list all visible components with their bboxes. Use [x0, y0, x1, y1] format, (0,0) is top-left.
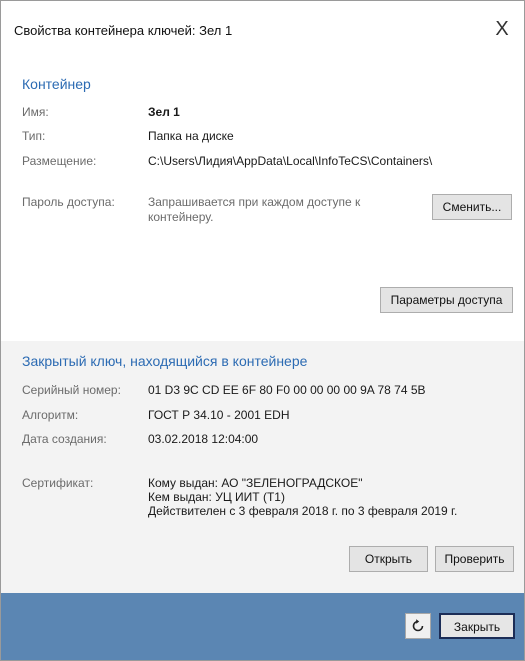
verify-certificate-button[interactable]: Проверить: [435, 546, 514, 572]
cert-issued-to: Кому выдан: АО "ЗЕЛЕНОГРАДСКОЕ": [148, 476, 363, 490]
name-label: Имя:: [22, 105, 49, 119]
password-value-line2: контейнеру.: [148, 210, 214, 224]
type-value: Папка на диске: [148, 129, 234, 143]
private-key-heading: Закрытый ключ, находящийся в контейнере: [22, 353, 308, 369]
refresh-icon: [412, 619, 424, 632]
created-label: Дата создания:: [22, 432, 107, 446]
open-certificate-button[interactable]: Открыть: [349, 546, 428, 572]
close-button[interactable]: Закрыть: [439, 613, 515, 639]
container-heading: Контейнер: [22, 76, 91, 92]
location-label: Размещение:: [22, 154, 97, 168]
cert-validity: Действителен с 3 февраля 2018 г. по 3 фе…: [148, 504, 458, 518]
algorithm-value: ГОСТ Р 34.10 - 2001 EDH: [148, 408, 290, 422]
access-parameters-button[interactable]: Параметры доступа: [380, 287, 513, 313]
certificate-label: Сертификат:: [22, 476, 94, 490]
refresh-button[interactable]: [405, 613, 431, 639]
close-icon[interactable]: X: [490, 17, 514, 41]
serial-label: Серийный номер:: [22, 383, 121, 397]
dialog-footer: Закрыть: [1, 593, 524, 660]
type-label: Тип:: [22, 129, 46, 143]
location-value: C:\Users\Лидия\AppData\Local\InfoTeCS\Co…: [148, 154, 433, 168]
dialog-title: Свойства контейнера ключей: Зел 1: [14, 23, 233, 38]
created-value: 03.02.2018 12:04:00: [148, 432, 259, 446]
serial-value: 01 D3 9C CD EE 6F 80 F0 00 00 00 00 9A 7…: [148, 383, 426, 397]
title-bar: Свойства контейнера ключей: Зел 1 X: [1, 1, 524, 57]
change-password-button[interactable]: Сменить...: [432, 194, 512, 220]
password-value-line1: Запрашивается при каждом доступе к: [148, 195, 361, 209]
private-key-section: Закрытый ключ, находящийся в контейнере …: [1, 341, 524, 593]
password-label: Пароль доступа:: [22, 195, 115, 209]
algorithm-label: Алгоритм:: [22, 408, 79, 422]
name-value: Зел 1: [148, 105, 180, 119]
cert-issued-by: Кем выдан: УЦ ИИТ (Т1): [148, 490, 285, 504]
properties-dialog: Свойства контейнера ключей: Зел 1 X Конт…: [0, 0, 525, 661]
